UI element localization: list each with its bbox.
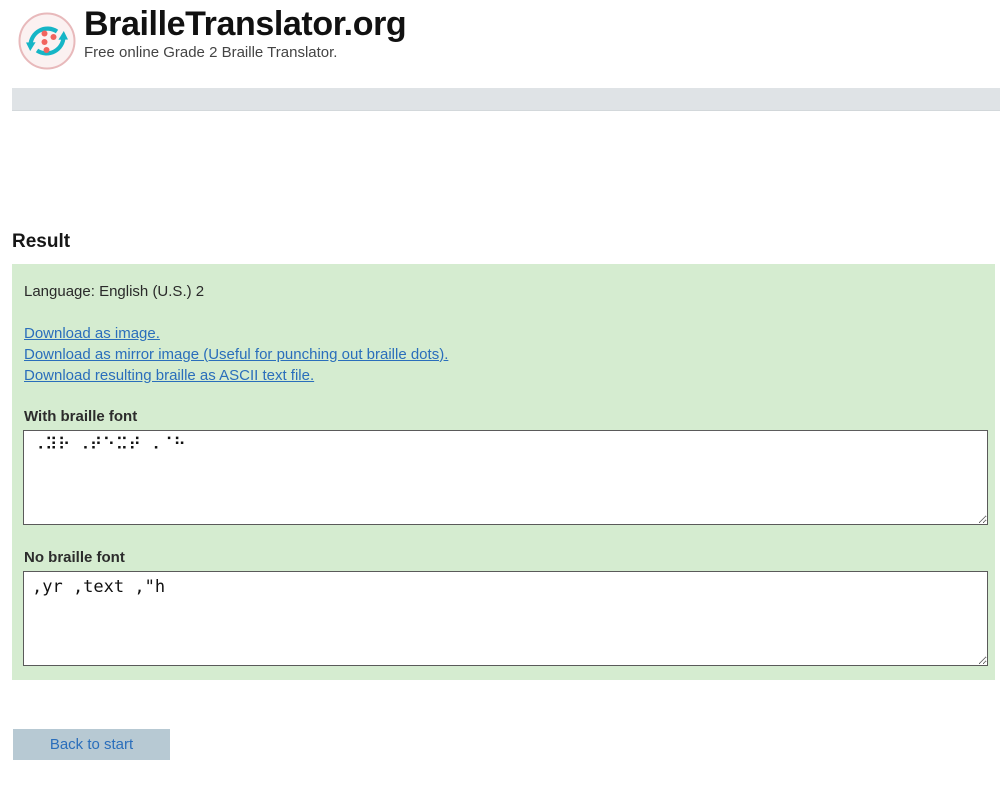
ascii-output-textarea[interactable] bbox=[23, 570, 988, 666]
download-links-group: Download as image. Download as mirror im… bbox=[23, 323, 984, 386]
braille-output-label: With braille font bbox=[24, 407, 138, 425]
download-as-mirror-image-link[interactable]: Download as mirror image (Useful for pun… bbox=[24, 344, 448, 365]
page-title: Result bbox=[12, 231, 71, 252]
brand-block: BrailleTranslator.org Free online Grade … bbox=[84, 5, 407, 62]
result-panel: Language: English (U.S.) 2 Download as i… bbox=[12, 264, 995, 680]
site-subtitle: Free online Grade 2 Braille Translator. bbox=[84, 44, 338, 62]
braille-recycle-logo-icon bbox=[18, 12, 76, 70]
braille-output-textarea[interactable] bbox=[23, 429, 988, 525]
download-ascii-text-link[interactable]: Download resulting braille as ASCII text… bbox=[24, 365, 314, 386]
download-as-image-link[interactable]: Download as image. bbox=[24, 323, 160, 344]
top-nav-bar bbox=[12, 88, 1000, 111]
language-line: Language: English (U.S.) 2 bbox=[24, 283, 205, 300]
ascii-output-label: No braille font bbox=[24, 548, 125, 566]
site-header: BrailleTranslator.org Free online Grade … bbox=[0, 0, 1000, 80]
back-to-start-button[interactable]: Back to start bbox=[13, 729, 170, 760]
site-title: BrailleTranslator.org bbox=[84, 5, 407, 43]
